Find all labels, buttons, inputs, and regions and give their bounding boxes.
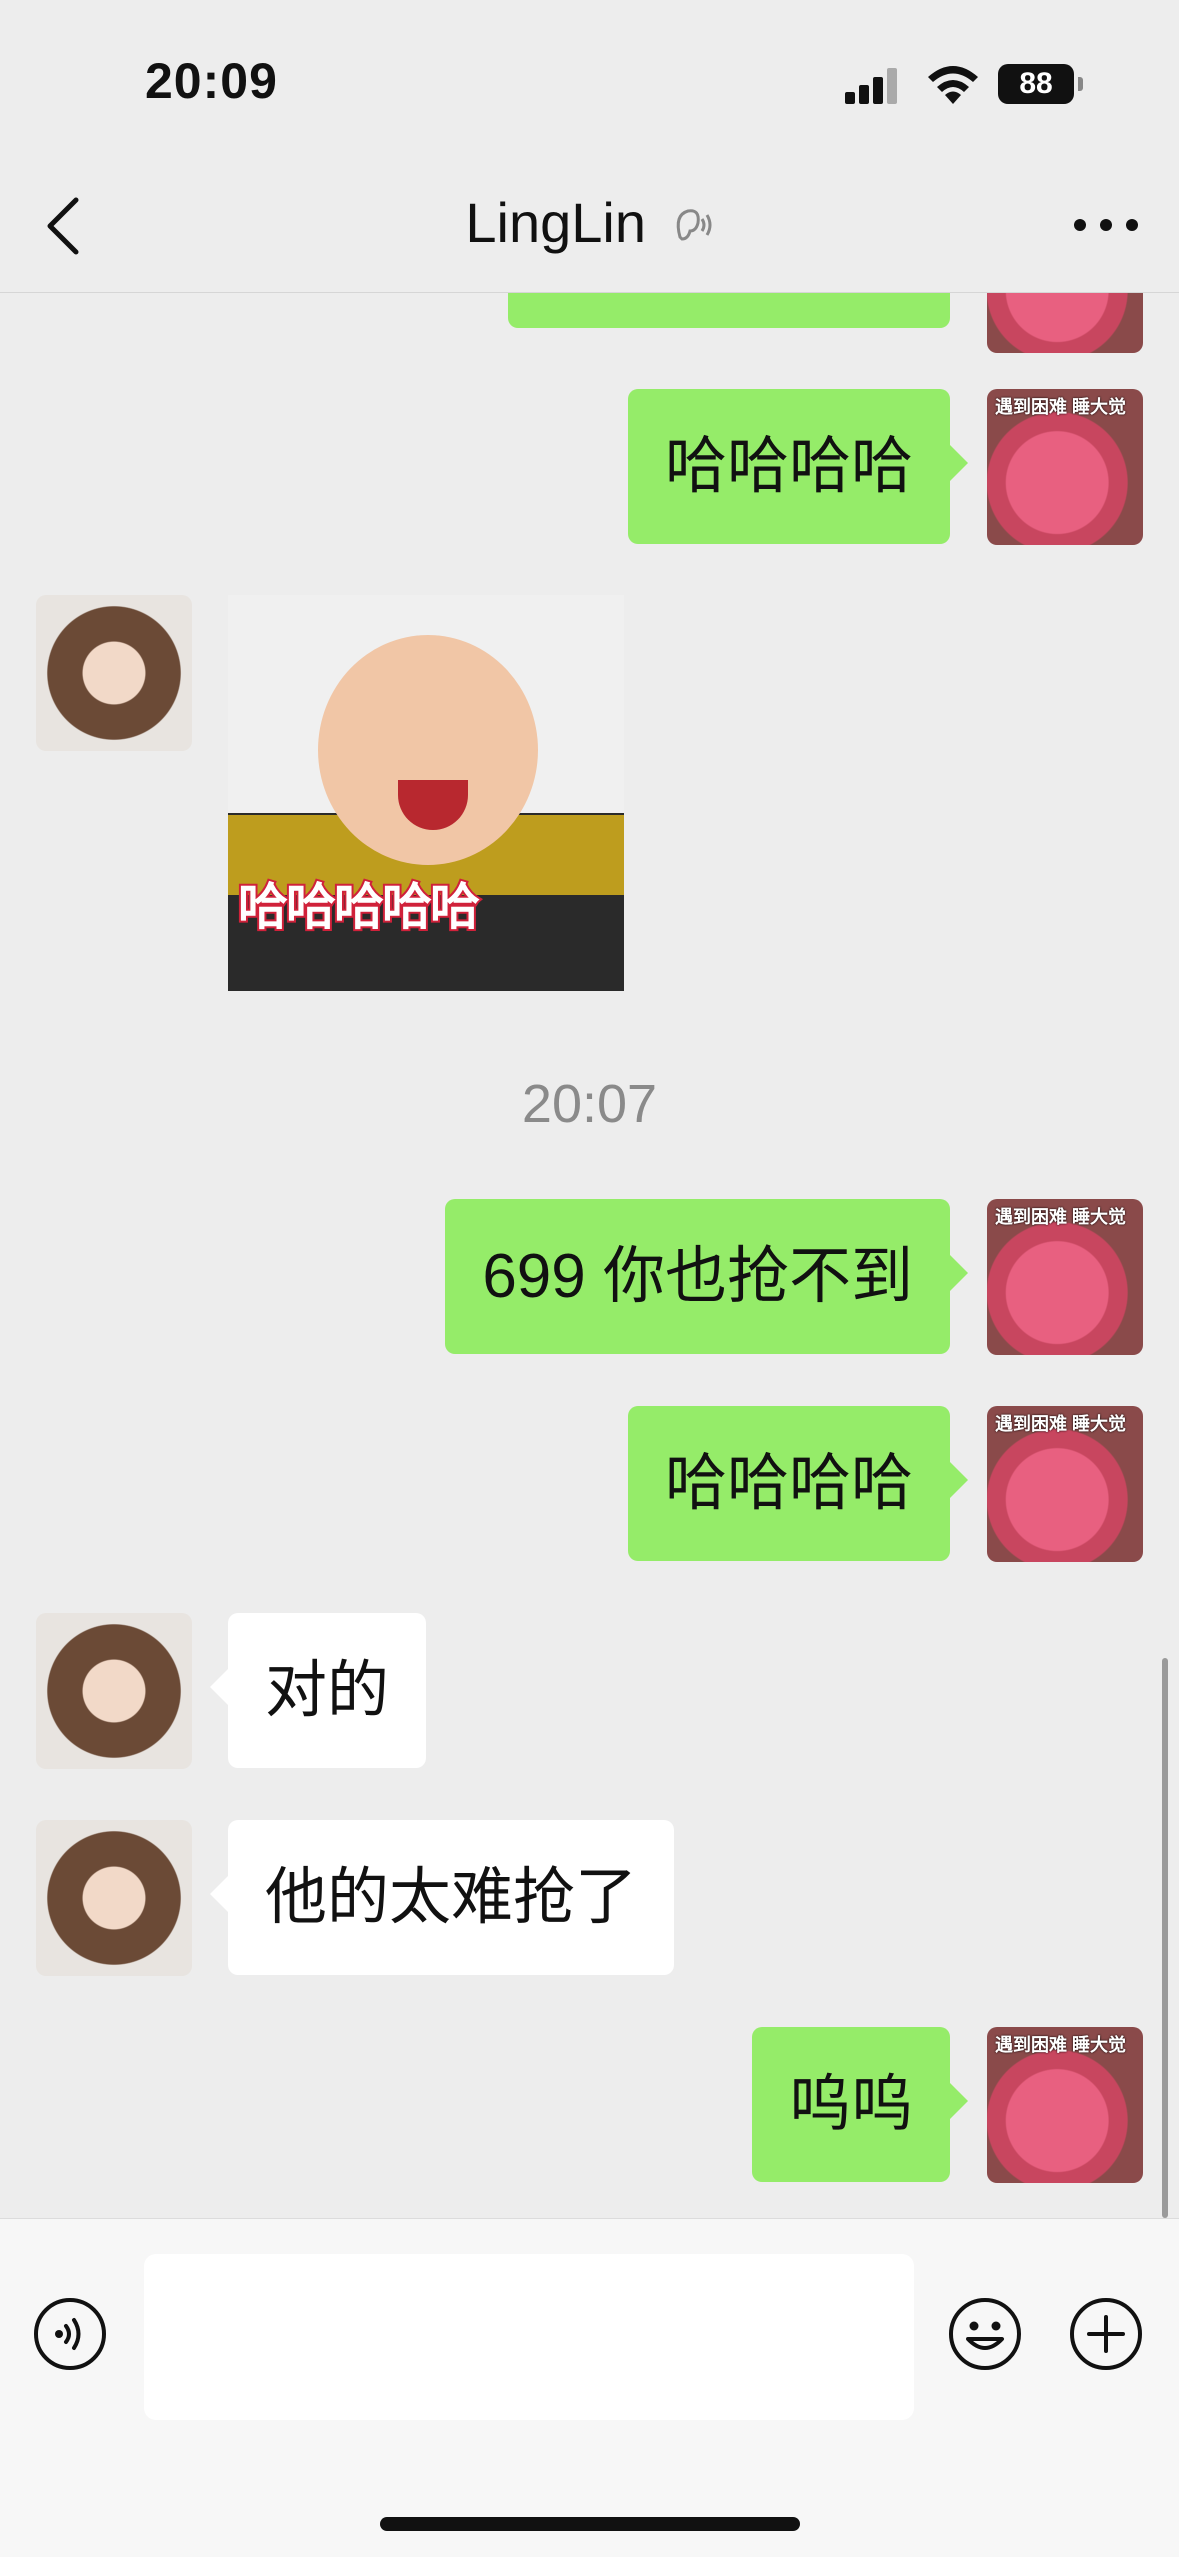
plus-icon[interactable] xyxy=(1069,2297,1143,2371)
message-bubble-sent[interactable]: 哈哈哈哈 xyxy=(627,1406,969,1561)
my-avatar[interactable]: 遇到困难 睡大觉 xyxy=(987,293,1143,353)
contact-avatar[interactable] xyxy=(36,1613,192,1769)
sticker-image[interactable]: 哈哈哈哈哈 xyxy=(228,595,624,991)
muted-ear-icon xyxy=(676,209,712,241)
contact-avatar[interactable] xyxy=(36,595,192,751)
my-avatar[interactable]: 遇到困难 睡大觉 xyxy=(987,389,1143,545)
message-bubble-received[interactable]: 对的 xyxy=(209,1613,427,1768)
voice-input-icon[interactable] xyxy=(33,2297,107,2371)
chat-title-wrap: LingLin xyxy=(0,190,1179,255)
input-bar xyxy=(0,2218,1179,2557)
home-indicator[interactable] xyxy=(380,2517,800,2531)
message-list[interactable]: 遇到困难 睡大觉 哈哈哈哈 遇到困难 睡大觉 哈哈哈哈哈 20:07 699 你… xyxy=(0,293,1179,2218)
battery-indicator: 88 xyxy=(998,64,1074,104)
chat-header: LingLin xyxy=(0,160,1179,293)
chat-scrollbar[interactable] xyxy=(1162,1658,1168,2218)
sticker-caption: 哈哈哈哈哈 xyxy=(236,877,482,937)
message-input[interactable] xyxy=(144,2254,914,2420)
signal-icon xyxy=(845,68,897,104)
message-timestamp: 20:07 xyxy=(521,1074,658,1134)
contact-avatar[interactable] xyxy=(36,1820,192,1976)
message-bubble-sent[interactable]: 哈哈哈哈 xyxy=(627,389,969,544)
message-bubble-sent[interactable]: 699 你也抢不到 xyxy=(445,1199,968,1354)
message-bubble-sent[interactable] xyxy=(508,293,950,328)
my-avatar[interactable]: 遇到困难 睡大觉 xyxy=(987,1406,1143,1562)
my-avatar[interactable]: 遇到困难 睡大觉 xyxy=(987,1199,1143,1355)
wifi-icon xyxy=(928,66,978,104)
my-avatar[interactable]: 遇到困难 睡大觉 xyxy=(987,2027,1143,2183)
chat-title: LingLin xyxy=(465,191,647,254)
message-bubble-received[interactable]: 他的太难抢了 xyxy=(209,1820,675,1975)
emoji-icon[interactable] xyxy=(948,2297,1022,2371)
message-bubble-sent[interactable]: 呜呜 xyxy=(751,2027,969,2182)
battery-cap xyxy=(1078,77,1083,91)
more-options-icon[interactable] xyxy=(1073,218,1139,232)
status-time: 20:09 xyxy=(145,53,278,109)
status-bar: 20:09 88 xyxy=(0,0,1179,160)
